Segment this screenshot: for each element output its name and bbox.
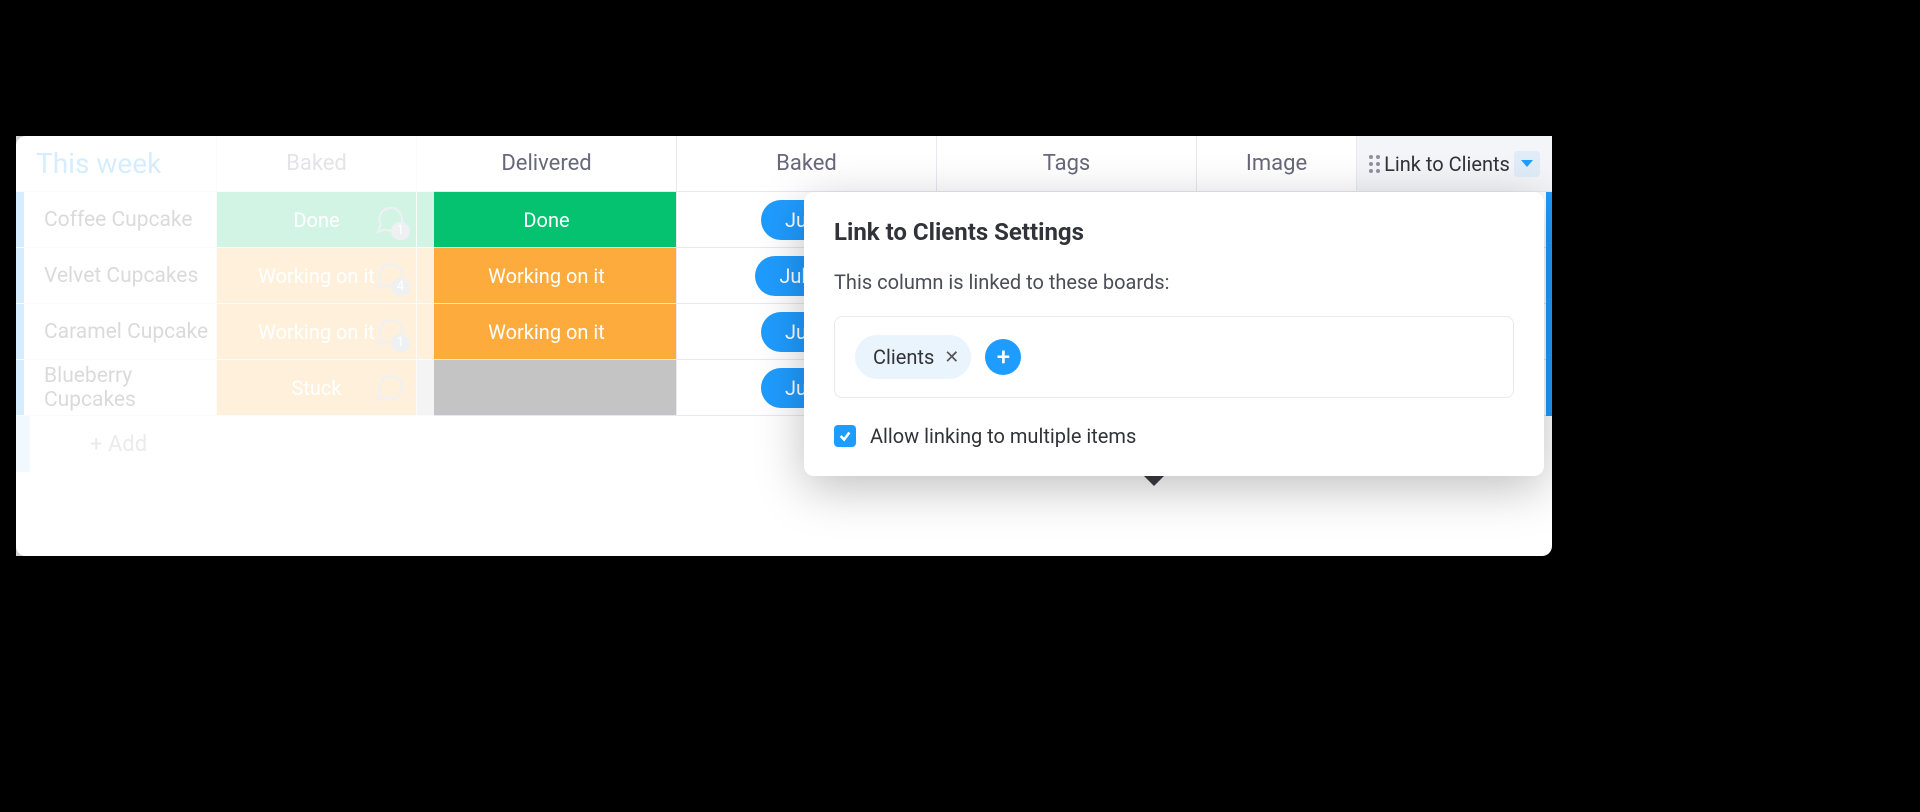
- column-header-delivered[interactable]: Delivered: [416, 136, 676, 191]
- baked-status-cell[interactable]: Stuck: [216, 360, 416, 415]
- popover-subtitle: This column is linked to these boards:: [834, 270, 1514, 294]
- group-color-bar: [16, 192, 24, 247]
- check-icon: [838, 429, 852, 443]
- chip-label: Clients: [873, 345, 934, 369]
- group-color-bar: [16, 248, 24, 303]
- add-board-button[interactable]: +: [985, 339, 1021, 375]
- linked-boards-box: Clients ✕ +: [834, 316, 1514, 398]
- add-row-label: + Add: [30, 432, 147, 457]
- board-frame: This week Baked Delivered Baked Tags Ima…: [16, 136, 1552, 556]
- comment-count-badge: 1: [391, 222, 410, 240]
- plus-icon: +: [997, 343, 1010, 371]
- item-name[interactable]: Blueberry Cupcakes: [24, 360, 216, 415]
- group-title[interactable]: This week: [16, 147, 216, 180]
- delivered-status-cell[interactable]: Working on it: [416, 304, 676, 359]
- column-header-link-label: Link to Clients: [1384, 152, 1510, 176]
- comment-count-badge: 1: [391, 334, 410, 352]
- link-column-indicator: [1546, 192, 1552, 416]
- group-color-bar: [16, 360, 24, 415]
- group-color-bar: [16, 304, 24, 359]
- linked-board-chip[interactable]: Clients ✕: [855, 335, 971, 379]
- header-row: This week Baked Delivered Baked Tags Ima…: [16, 136, 1552, 192]
- delivered-status-cell[interactable]: Done: [416, 192, 676, 247]
- comments-button[interactable]: [374, 372, 406, 404]
- column-header-link[interactable]: Link to Clients: [1356, 136, 1552, 191]
- allow-multi-checkbox[interactable]: [834, 425, 856, 447]
- popover-arrow-icon: [1144, 476, 1164, 486]
- remove-chip-icon[interactable]: ✕: [944, 347, 959, 368]
- speech-bubble-icon: [374, 372, 406, 404]
- allow-multi-label: Allow linking to multiple items: [870, 424, 1136, 448]
- comments-button[interactable]: 1: [374, 204, 406, 236]
- item-name[interactable]: Coffee Cupcake: [24, 192, 216, 247]
- chevron-down-icon: [1521, 160, 1533, 167]
- baked-status-cell[interactable]: Working on it 1: [216, 304, 416, 359]
- group-color-bar: [16, 416, 30, 472]
- column-header-tags[interactable]: Tags: [936, 136, 1196, 191]
- delivered-status-cell[interactable]: [416, 360, 676, 415]
- popover-title: Link to Clients Settings: [834, 218, 1514, 246]
- comments-button[interactable]: 1: [374, 316, 406, 348]
- allow-multi-row[interactable]: Allow linking to multiple items: [834, 424, 1514, 448]
- column-header-baked-1[interactable]: Baked: [216, 136, 416, 191]
- baked-status-cell[interactable]: Done 1: [216, 192, 416, 247]
- column-menu-button[interactable]: [1514, 151, 1540, 177]
- drag-handle-icon[interactable]: [1369, 155, 1380, 173]
- comment-count-badge: 4: [391, 278, 410, 296]
- comments-button[interactable]: 4: [374, 260, 406, 292]
- item-name[interactable]: Velvet Cupcakes: [24, 248, 216, 303]
- column-header-baked-2[interactable]: Baked: [676, 136, 936, 191]
- delivered-status-cell[interactable]: Working on it: [416, 248, 676, 303]
- column-header-image[interactable]: Image: [1196, 136, 1356, 191]
- link-settings-popover: Link to Clients Settings This column is …: [804, 192, 1544, 476]
- baked-status-cell[interactable]: Working on it 4: [216, 248, 416, 303]
- item-name[interactable]: Caramel Cupcake: [24, 304, 216, 359]
